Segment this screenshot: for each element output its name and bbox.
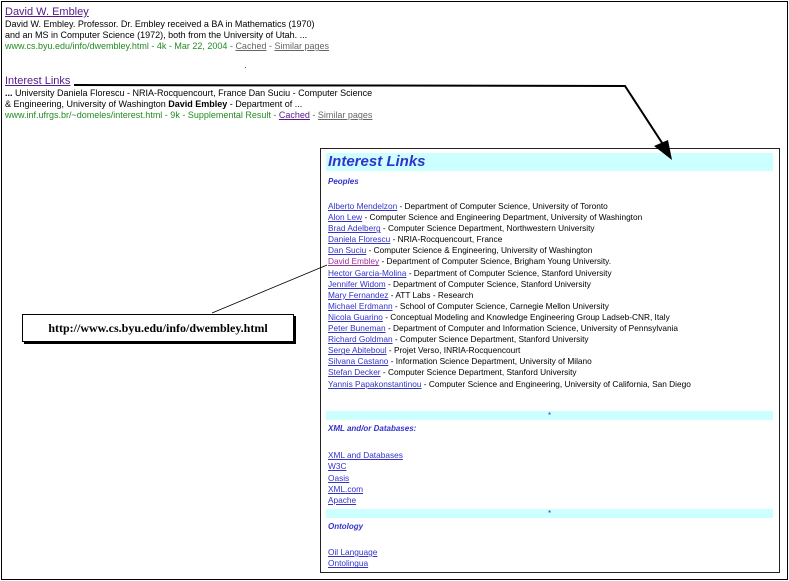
callout-connector-line xyxy=(211,264,328,314)
arrow-to-panel xyxy=(73,84,669,153)
annotation-overlay xyxy=(73,84,672,314)
arrowhead-icon xyxy=(654,140,672,160)
